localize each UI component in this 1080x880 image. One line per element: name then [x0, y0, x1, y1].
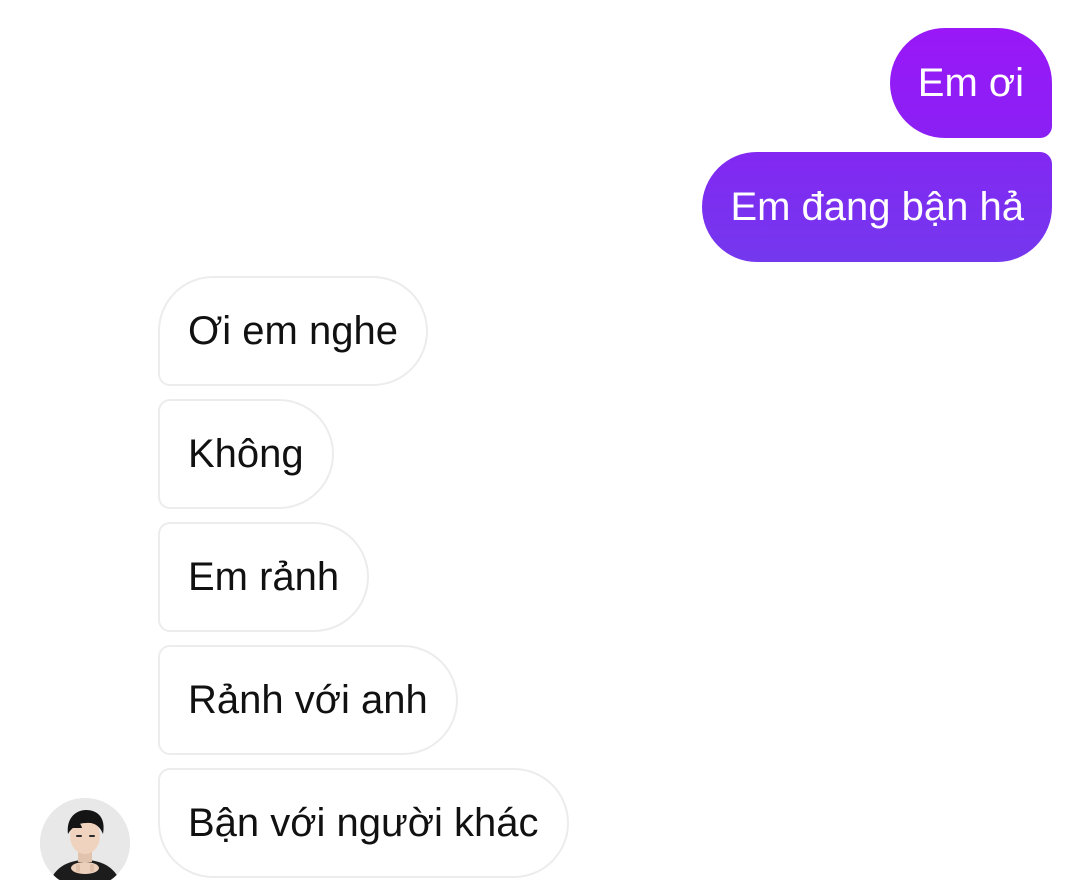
- avatar-photo-icon: [40, 798, 130, 880]
- received-message[interactable]: Em rảnh: [158, 522, 370, 632]
- received-message[interactable]: Rảnh với anh: [158, 645, 458, 755]
- message-text: Em rảnh: [188, 555, 340, 599]
- sent-message[interactable]: Em đang bận hả: [702, 152, 1052, 262]
- chat-thread: Em ơi Em đang bận hả Ơi em nghe Không Em…: [0, 0, 1080, 880]
- message-text: Bận với người khác: [188, 801, 539, 845]
- message-text: Em đang bận hả: [730, 185, 1024, 229]
- sent-message[interactable]: Em ơi: [889, 28, 1052, 138]
- received-message[interactable]: Bận với người khác: [158, 768, 569, 878]
- received-message[interactable]: Ơi em nghe: [158, 276, 428, 386]
- received-message[interactable]: Không: [158, 399, 334, 509]
- message-text: Ơi em nghe: [188, 309, 398, 353]
- contact-avatar[interactable]: [40, 798, 130, 880]
- message-text: Rảnh với anh: [188, 678, 428, 722]
- message-text: Không: [188, 432, 304, 476]
- message-text: Em ơi: [917, 61, 1024, 105]
